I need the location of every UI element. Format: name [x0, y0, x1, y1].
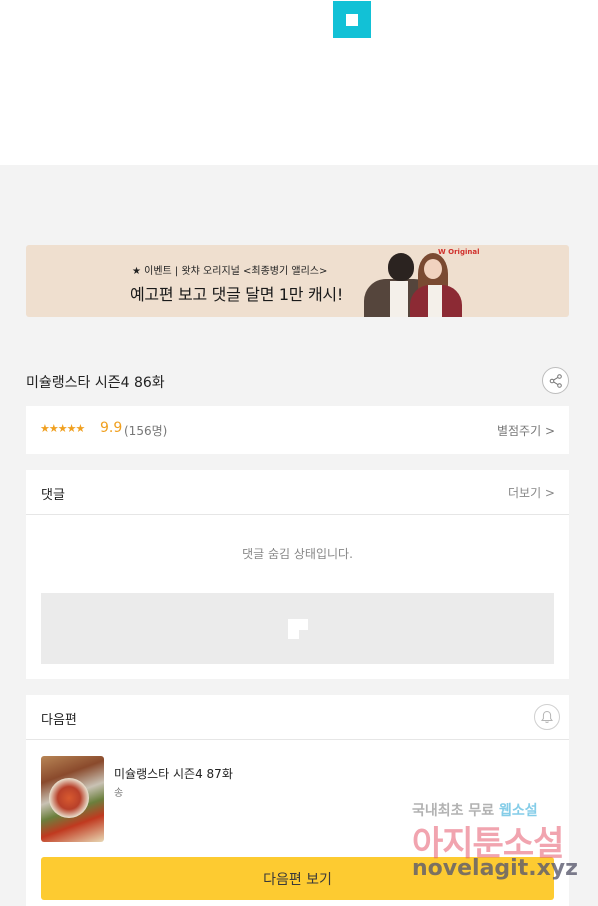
next-episode-label: 다음편	[41, 713, 77, 728]
rating-count: (156명)	[124, 424, 168, 438]
bell-icon	[541, 710, 553, 723]
comments-more-link[interactable]: 더보기 >	[508, 484, 555, 501]
comments-hidden-message: 댓글 숨김 상태입니다.	[242, 547, 353, 561]
comments-card: 댓글 더보기 > 댓글 숨김 상태입니다.	[26, 470, 569, 679]
banner-line1: ★ 이벤트 | 왓챠 오리지널 <최종병기 앨리스>	[132, 266, 328, 277]
rate-button[interactable]: 별점주기 >	[497, 422, 555, 439]
comments-header: 댓글 더보기 >	[26, 470, 569, 515]
notification-button[interactable]	[534, 704, 560, 730]
media-area	[0, 0, 598, 165]
next-episode-card: 다음편 미슐랭스타 시즌4 87화 송 다음편 보기	[26, 695, 569, 906]
stop-button[interactable]	[333, 1, 371, 38]
banner-brand-logo: W Original	[438, 248, 480, 256]
episode-title-row: 미슐랭스타 시즌4 86화	[26, 366, 569, 394]
next-episode-thumbnail[interactable]	[41, 756, 104, 842]
next-episode-author: 송	[114, 788, 124, 799]
share-icon	[549, 373, 562, 388]
ad-placeholder-icon	[288, 619, 308, 639]
episode-title: 미슐랭스타 시즌4 86화	[26, 375, 165, 391]
next-episode-header: 다음편	[26, 695, 569, 740]
comments-label: 댓글	[41, 488, 65, 503]
next-episode-title[interactable]: 미슐랭스타 시즌4 87화	[114, 765, 233, 782]
rating-score: 9.9	[100, 420, 123, 436]
share-button[interactable]	[542, 367, 569, 394]
next-episode-button[interactable]: 다음편 보기	[41, 857, 554, 900]
banner-line2: 예고편 보고 댓글 달면 1만 캐시!	[130, 285, 343, 304]
rating-stars: ★★★★★	[40, 422, 85, 435]
rating-card: ★★★★★ 9.9 (156명) 별점주기 >	[26, 406, 569, 454]
event-banner[interactable]: ★ 이벤트 | 왓챠 오리지널 <최종병기 앨리스> 예고편 보고 댓글 달면 …	[26, 245, 569, 317]
stop-icon	[346, 13, 358, 26]
ad-placeholder	[41, 593, 554, 664]
